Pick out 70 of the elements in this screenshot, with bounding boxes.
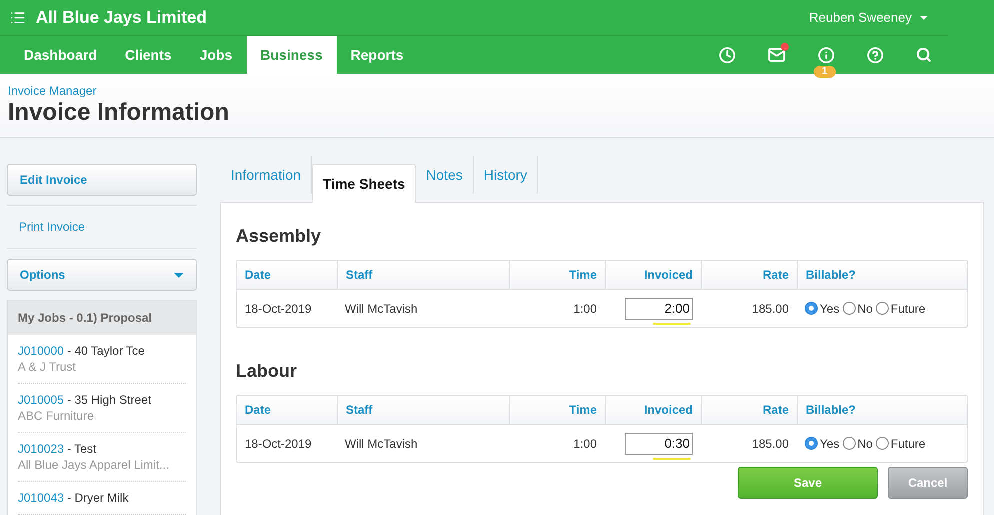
job-title: - 35 High Street <box>66 393 152 407</box>
billable-radio[interactable]: Future <box>876 434 926 452</box>
tab[interactable]: Time Sheets <box>312 164 416 203</box>
company-name: All Blue Jays Limited <box>36 6 207 29</box>
tab[interactable]: Notes <box>416 156 474 194</box>
info-icon[interactable] <box>818 46 835 64</box>
column-header: Billable? <box>797 261 967 289</box>
job-title: - Test <box>66 442 97 456</box>
column-header: Staff <box>337 261 509 289</box>
options-button[interactable]: Options <box>7 259 197 291</box>
job-title: - Dryer Milk <box>66 491 129 505</box>
caret-icon <box>920 16 928 20</box>
edit-invoice-button[interactable]: Edit Invoice <box>7 164 197 196</box>
job-title: - 40 Taylor Tce <box>66 344 145 358</box>
cancel-button[interactable]: Cancel <box>888 467 968 499</box>
table-cell-text: 18-Oct-2019 <box>244 300 313 318</box>
tab[interactable]: History <box>474 156 538 194</box>
nav-tab[interactable]: Dashboard <box>10 36 112 74</box>
column-header: Time <box>509 396 605 424</box>
help-icon[interactable] <box>867 46 884 64</box>
invoiced-field[interactable]: 0:30 <box>625 432 693 454</box>
table-cell-text: 1:00 <box>572 300 598 318</box>
nav-tab[interactable]: Clients <box>111 36 186 74</box>
job-link[interactable]: J010000 <box>18 344 64 358</box>
table-cell-text: 18-Oct-2019 <box>244 436 313 452</box>
column-header: Date <box>244 267 272 284</box>
mail-icon[interactable] <box>768 46 786 64</box>
billable-radio[interactable]: Future <box>876 300 926 318</box>
notification-badge: 1 <box>814 66 836 78</box>
clock-icon[interactable] <box>719 46 736 64</box>
page-title: Invoice Information <box>8 98 230 128</box>
billable-radio[interactable]: No <box>842 300 873 318</box>
job-link[interactable]: J010023 <box>18 442 64 456</box>
column-header: Time <box>509 261 605 289</box>
column-header: Invoiced <box>605 261 701 289</box>
billable-radio[interactable]: Yes <box>805 300 840 318</box>
print-invoice-link[interactable]: Print Invoice <box>7 206 197 248</box>
job-link[interactable]: J010005 <box>18 393 64 407</box>
highlight-mark <box>653 458 691 460</box>
invoiced-field[interactable]: 2:00 <box>625 298 693 320</box>
column-header: Rate <box>701 261 797 289</box>
job-client: A & J Trust <box>18 359 78 375</box>
section-title: Assembly <box>236 225 322 248</box>
table-cell-text: Will McTavish <box>344 436 419 452</box>
breadcrumb-link[interactable]: Invoice Manager <box>8 84 986 98</box>
table-cell-text: 185.00 <box>751 300 790 318</box>
table-cell-text: 1:00 <box>572 436 598 452</box>
nav-tab[interactable]: Reports <box>336 36 418 74</box>
section-title: Labour <box>236 360 298 383</box>
column-header: Date <box>244 402 272 419</box>
job-client: ABC Furniture <box>18 408 96 424</box>
job-client: All Blue Jays Apparel Limit... <box>18 457 170 473</box>
user-menu[interactable]: Reuben Sweeney <box>809 8 928 28</box>
column-header: Invoiced <box>605 396 701 424</box>
save-button[interactable]: Save <box>738 467 878 499</box>
table-cell-text: Will McTavish <box>344 300 419 318</box>
jobs-heading: My Jobs - 0.1) Proposal <box>8 301 196 335</box>
billable-radio[interactable]: Yes <box>805 434 840 452</box>
billable-radio[interactable]: No <box>842 434 873 452</box>
highlight-mark <box>653 322 691 324</box>
job-link[interactable]: J010043 <box>18 491 64 505</box>
nav-tab[interactable]: Business <box>246 36 337 74</box>
menu-icon[interactable] <box>10 10 26 26</box>
nav-tab[interactable]: Jobs <box>186 36 246 74</box>
table-cell-text: 185.00 <box>751 436 790 452</box>
caret-icon <box>174 272 184 278</box>
column-header: Billable? <box>797 396 967 424</box>
column-header: Staff <box>337 396 509 424</box>
search-icon[interactable] <box>916 47 932 63</box>
column-header: Rate <box>701 396 797 424</box>
